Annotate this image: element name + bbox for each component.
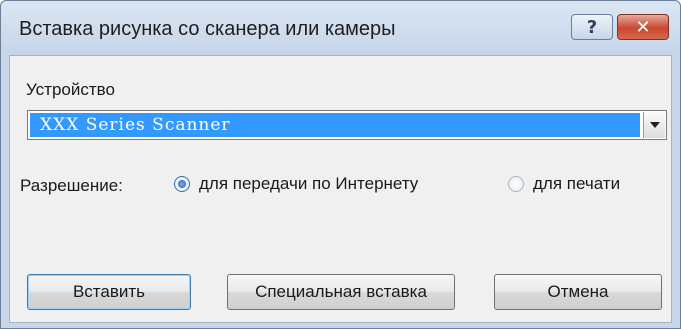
radio-button-unchecked[interactable] [508,176,524,192]
resolution-label: Разрешение: [20,176,123,195]
dialog-body: Устройство XXX Series Scanner Разрешение… [9,55,672,323]
radio-print[interactable]: для печати [508,174,620,194]
chevron-down-icon [649,122,660,128]
close-icon: ✕ [635,16,651,38]
help-button[interactable]: ? [571,14,613,40]
help-icon: ? [586,16,598,38]
special-insert-button[interactable]: Специальная вставка [227,274,455,310]
close-button[interactable]: ✕ [617,14,669,40]
radio-dot [178,180,186,188]
cancel-button[interactable]: Отмена [494,274,662,310]
radio-internet[interactable]: для передачи по Интернету [174,174,418,194]
radio-button-checked[interactable] [174,176,190,192]
device-label: Устройство [26,80,115,99]
insert-button[interactable]: Вставить [27,274,191,310]
device-dropdown-button[interactable] [643,112,665,138]
window-title: Вставка рисунка со сканера или камеры [19,18,396,40]
device-selected-value: XXX Series Scanner [30,113,640,137]
radio-print-label: для печати [533,174,621,193]
insert-picture-dialog: Вставка рисунка со сканера или камеры ? … [0,0,681,329]
device-select[interactable]: XXX Series Scanner [27,110,667,140]
radio-internet-label: для передачи по Интернету [199,174,419,193]
title-bar: Вставка рисунка со сканера или камеры ? … [1,1,680,55]
